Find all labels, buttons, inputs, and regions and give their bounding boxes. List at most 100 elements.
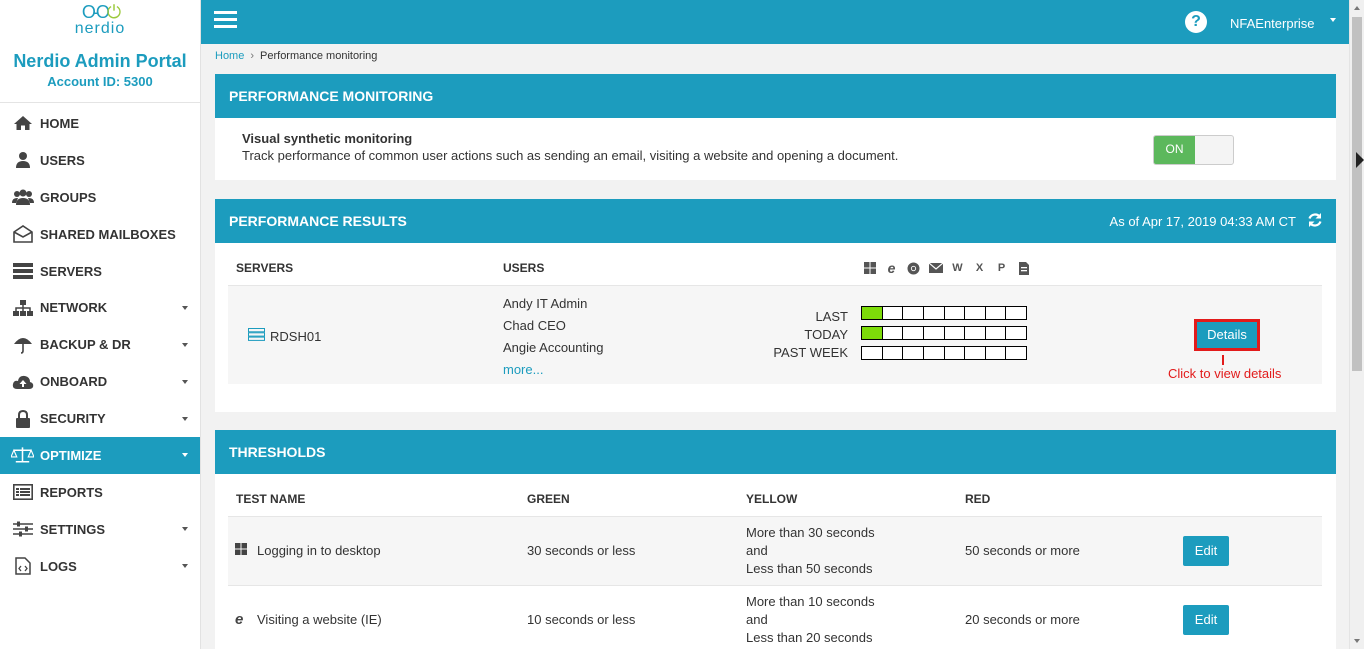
yellow-line: and (746, 612, 768, 627)
windows-icon (235, 542, 251, 560)
red-threshold: 50 seconds or more (965, 543, 1080, 558)
user-name: Chad CEO (503, 318, 566, 333)
sidebar-item-servers[interactable]: SERVERS (0, 253, 200, 290)
users-list: Andy IT Admin Chad CEO Angie Accounting … (503, 293, 603, 381)
top-bar: ? NFAEnterprise (201, 0, 1349, 44)
red-threshold: 20 seconds or more (965, 612, 1080, 627)
perf-cell (862, 347, 883, 359)
user-icon (11, 150, 34, 170)
perf-cell (1006, 327, 1026, 339)
breadcrumb-home-link[interactable]: Home (215, 50, 244, 62)
monitoring-toggle[interactable]: ON (1153, 135, 1234, 165)
column-header-servers: SERVERS (236, 261, 294, 275)
more-users-link[interactable]: more... (503, 362, 543, 377)
sidebar-item-network[interactable]: NETWORK (0, 289, 200, 326)
panel-heading: PERFORMANCE MONITORING (215, 74, 1336, 118)
perf-cell (903, 347, 924, 359)
sidebar-item-label: USERS (40, 152, 85, 168)
portal-title: Nerdio Admin Portal (13, 51, 187, 71)
thresholds-panel: THRESHOLDS TEST NAME GREEN YELLOW RED Lo… (215, 430, 1336, 649)
chevron-down-icon (182, 416, 188, 421)
word-icon: W (952, 262, 963, 274)
excel-icon: X (975, 262, 984, 274)
sitemap-icon (11, 298, 34, 318)
sidebar-item-groups[interactable]: GROUPS (0, 179, 200, 216)
user-menu[interactable]: NFAEnterprise (1230, 16, 1315, 31)
perf-cell (986, 327, 1007, 339)
perf-cell (1006, 307, 1026, 319)
sidebar-item-onboard[interactable]: ONBOARD (0, 363, 200, 400)
toggle-on-label: ON (1154, 136, 1195, 164)
perf-cell (862, 327, 883, 339)
details-highlight: Details (1194, 319, 1260, 351)
sidebar-item-optimize[interactable]: OPTIMIZE (0, 437, 200, 474)
perf-label-past-week: PAST WEEK (773, 345, 848, 360)
perf-cell (945, 327, 966, 339)
sidebar-item-security[interactable]: SECURITY (0, 400, 200, 437)
sidebar-item-backup-dr[interactable]: BACKUP & DR (0, 326, 200, 363)
perf-cell (924, 347, 945, 359)
sidebar-item-shared-mailboxes[interactable]: SHARED MAILBOXES (0, 216, 200, 253)
help-icon[interactable]: ? (1185, 11, 1207, 33)
file-code-icon (11, 556, 34, 576)
server-icon (11, 261, 34, 281)
sidebar-item-label: REPORTS (40, 484, 103, 500)
perf-label-today: TODAY (804, 327, 848, 342)
account-id: Account ID: 5300 (47, 74, 153, 89)
column-header-red: RED (965, 492, 991, 506)
user-name: Andy IT Admin (503, 296, 588, 311)
sidebar-item-label: OPTIMIZE (40, 447, 102, 463)
as-of-timestamp: As of Apr 17, 2019 04:33 AM CT (1109, 214, 1296, 229)
sidebar-item-label: GROUPS (40, 189, 97, 205)
details-button[interactable]: Details (1197, 322, 1257, 348)
chevron-down-icon[interactable] (1330, 18, 1336, 22)
perf-cell (924, 307, 945, 319)
edit-button[interactable]: Edit (1183, 536, 1229, 566)
sidebar-item-users[interactable]: USERS (0, 142, 200, 179)
perf-bar-past-week (861, 346, 1027, 360)
app-icons-header: e W X P (861, 260, 1032, 276)
breadcrumb: Home › Performance monitoring (215, 50, 377, 62)
sidebar-item-label: NETWORK (40, 300, 108, 316)
green-threshold: 10 seconds or less (527, 612, 636, 627)
page-scrollbar[interactable] (1349, 0, 1364, 649)
monitoring-description: Track performance of common user actions… (242, 148, 899, 163)
sidebar-item-home[interactable]: HOME (0, 105, 200, 142)
perf-cell (883, 347, 904, 359)
server-name[interactable]: RDSH01 (270, 329, 321, 344)
chevron-down-icon (182, 564, 188, 569)
server-icon (248, 328, 265, 344)
callout-pointer (1222, 355, 1224, 365)
refresh-icon[interactable] (1307, 212, 1323, 233)
perf-cell (903, 327, 924, 339)
perf-cell (883, 307, 904, 319)
sidebar-item-settings[interactable]: SETTINGS (0, 511, 200, 548)
chrome-icon (905, 261, 922, 275)
email-icon (927, 261, 944, 275)
sidebar-item-logs[interactable]: LOGS (0, 548, 200, 585)
users-icon (11, 187, 34, 207)
perf-cell (862, 307, 883, 319)
windows-icon (861, 261, 878, 275)
sidebar-item-reports[interactable]: REPORTS (0, 474, 200, 511)
perf-cell (986, 307, 1007, 319)
perf-bar-today (861, 326, 1027, 340)
logo-rings-icon: O-O⏻ (81, 2, 121, 22)
chevron-down-icon (182, 453, 188, 458)
sidebar-item-label: SERVERS (40, 263, 102, 279)
perf-cell (945, 307, 966, 319)
table-row: Logging in to desktop 30 seconds or less… (228, 517, 1322, 586)
menu-toggle-button[interactable] (214, 11, 237, 29)
breadcrumb-current: Performance monitoring (260, 50, 378, 62)
nerdio-logo[interactable]: O-O⏻ nerdio (0, 0, 200, 48)
edit-button[interactable]: Edit (1183, 605, 1229, 635)
sidebar-nav: HOME USERS GROUPS SHARED MAILBOXES SERVE… (0, 105, 200, 585)
column-header-yellow: YELLOW (746, 492, 798, 506)
scroll-thumb[interactable] (1352, 17, 1362, 371)
scroll-down-arrow-icon[interactable] (1354, 639, 1360, 643)
ie-icon: e (235, 611, 244, 628)
perf-cell (1006, 347, 1026, 359)
green-threshold: 30 seconds or less (527, 543, 636, 558)
scroll-up-arrow-icon[interactable] (1354, 6, 1360, 10)
umbrella-icon (11, 335, 34, 355)
